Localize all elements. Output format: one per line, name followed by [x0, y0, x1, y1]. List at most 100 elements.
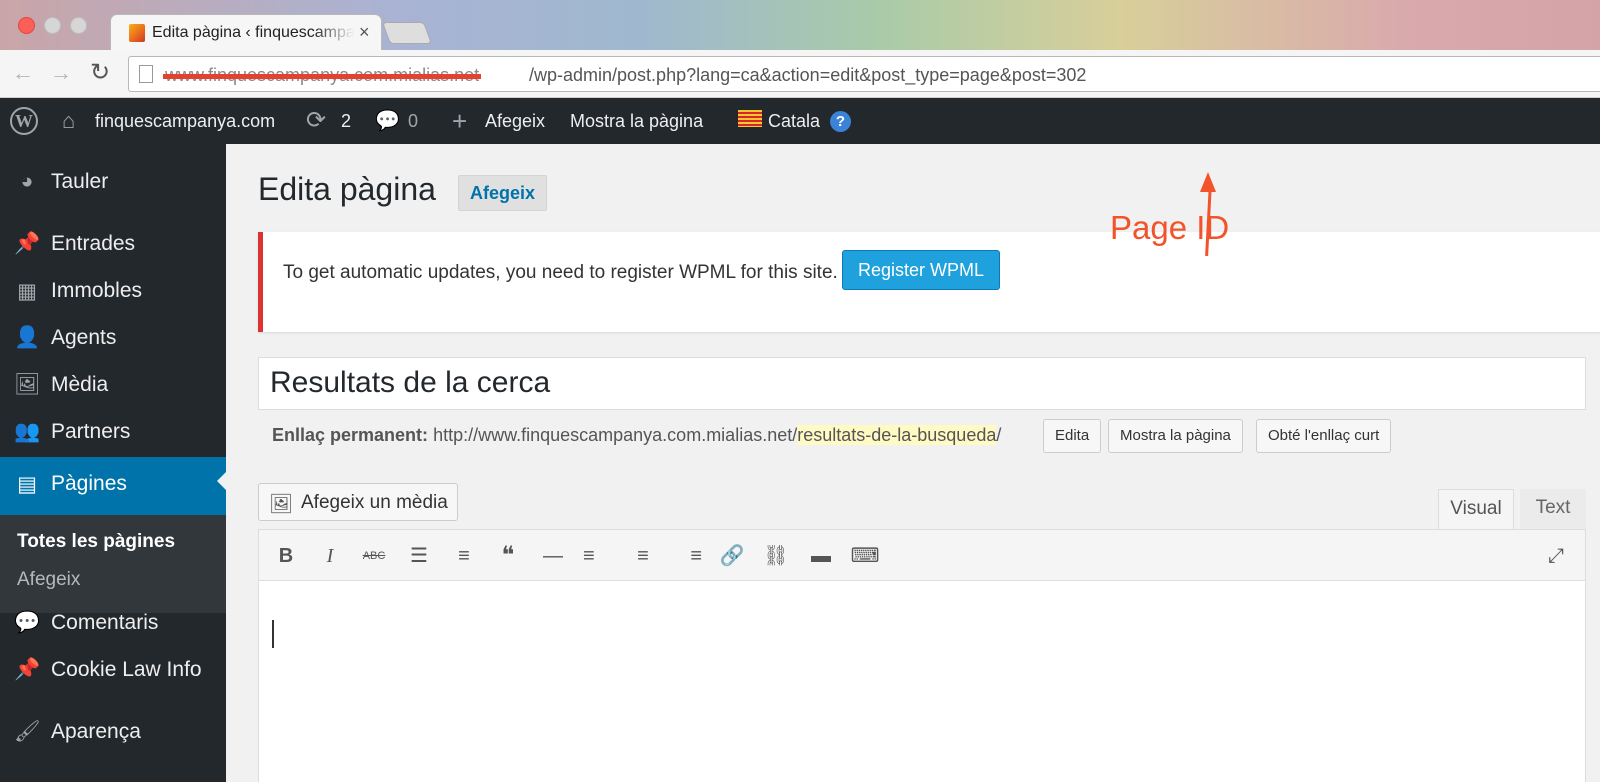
- home-icon[interactable]: ⌂: [62, 98, 75, 144]
- sidebar-item-label: Mèdia: [51, 373, 109, 396]
- tab-close-icon[interactable]: ×: [359, 22, 370, 43]
- pin-icon: 📌: [14, 232, 41, 255]
- align-right-icon[interactable]: ≡: [672, 542, 702, 570]
- align-left-icon[interactable]: ≡: [583, 542, 613, 570]
- url-path: /wp-admin/post.php?lang=ca&action=edit&p…: [529, 65, 1087, 85]
- notice-text: To get automatic updates, you need to re…: [283, 262, 838, 283]
- sidebar-item-label: Immobles: [51, 279, 143, 302]
- sidebar-item-comments[interactable]: 💬 Comentaris: [0, 599, 226, 647]
- page-id-annotation: Page ID: [1110, 209, 1230, 246]
- post-title-value: Resultats de la cerca: [270, 366, 551, 399]
- permalink-slug[interactable]: resultats-de-la-busqueda: [797, 425, 997, 445]
- comment-icon: 💬: [14, 611, 41, 634]
- address-bar[interactable]: www.finquescampanya.com.mialias.net /wp-…: [128, 56, 1600, 92]
- media-icon: 🖼: [269, 494, 294, 515]
- permalink-trail: /: [996, 425, 1002, 445]
- media-icon: 🖼: [14, 373, 41, 396]
- edit-permalink-button[interactable]: Edita: [1043, 419, 1102, 453]
- align-center-icon[interactable]: ≡: [628, 542, 658, 570]
- comments-icon[interactable]: 💬: [375, 98, 400, 144]
- sidebar-item-label: Aparença: [51, 720, 141, 743]
- new-tab-button[interactable]: [381, 22, 433, 44]
- sidebar-item-label: Cookie Law Info: [51, 658, 202, 681]
- comments-count[interactable]: 0: [408, 98, 418, 144]
- sidebar-item-properties[interactable]: ▦ Immobles: [0, 267, 226, 315]
- submenu-add-new[interactable]: Afegeix: [17, 569, 80, 591]
- user-icon: 👤: [14, 326, 41, 349]
- horizontal-line-icon[interactable]: —: [538, 542, 568, 570]
- maximize-window-button[interactable]: [70, 17, 87, 34]
- sidebar-item-label: Pàgines: [51, 472, 127, 495]
- minimize-window-button[interactable]: [44, 17, 61, 34]
- get-shortlink-button[interactable]: Obté l'enllaç curt: [1256, 419, 1392, 453]
- sidebar-item-dashboard[interactable]: ◕ Tauler: [0, 158, 226, 206]
- submenu-all-pages[interactable]: Totes les pàgines: [17, 531, 175, 553]
- wordpress-logo-icon[interactable]: W: [10, 107, 38, 135]
- plus-icon[interactable]: +: [452, 98, 467, 144]
- view-page-link[interactable]: Mostra la pàgina: [570, 98, 703, 144]
- unlink-icon[interactable]: ⛓: [761, 542, 791, 570]
- add-media-label: Afegeix un mèdia: [301, 492, 448, 513]
- browser-tab-active[interactable]: Edita pàgina ‹ finquescampanya ×: [110, 14, 382, 50]
- site-name-link[interactable]: finquescampanya.com: [95, 98, 275, 144]
- sidebar-item-label: Entrades: [51, 232, 136, 255]
- group-icon: 👥: [14, 420, 41, 443]
- main-content: Edita pàgina Afegeix To get automatic up…: [226, 144, 1600, 782]
- numbered-list-icon[interactable]: ≡: [449, 542, 479, 570]
- editor-toolbar: B I ABC ☰ ≡ ❝ — ≡ ≡ ≡ 🔗 ⛓ ▬ ⌨ ⤢: [259, 530, 1585, 581]
- wp-admin-bar: W ⌂ finquescampanya.com ⟳ 2 💬 0 + Afegei…: [0, 98, 1600, 144]
- forward-arrow-icon[interactable]: →: [50, 60, 72, 86]
- read-more-icon[interactable]: ▬: [806, 542, 836, 570]
- updates-icon[interactable]: ⟳: [306, 98, 326, 144]
- tab-title: Edita pàgina ‹ finquescampanya: [152, 24, 354, 41]
- content-editor[interactable]: B I ABC ☰ ≡ ❝ — ≡ ≡ ≡ 🔗 ⛓ ▬ ⌨ ⤢: [258, 529, 1586, 782]
- url-host-redacted: www.finquescampanya.com.mialias.net: [165, 65, 480, 85]
- fullscreen-icon[interactable]: ⤢: [1541, 542, 1571, 570]
- sidebar-item-pages[interactable]: ▤ Pàgines: [0, 457, 226, 515]
- blockquote-icon[interactable]: ❝: [493, 542, 523, 570]
- language-switcher[interactable]: Catala: [768, 98, 820, 144]
- tab-visual[interactable]: Visual: [1438, 489, 1514, 529]
- text-cursor: [272, 620, 274, 648]
- browser-tab-strip: Edita pàgina ‹ finquescampanya ×: [0, 0, 1600, 50]
- sidebar-item-posts[interactable]: 📌 Entrades: [0, 220, 226, 268]
- strikethrough-icon[interactable]: ABC: [359, 542, 389, 570]
- bold-icon[interactable]: B: [271, 542, 301, 570]
- add-new-page-button[interactable]: Afegeix: [458, 175, 548, 211]
- register-wpml-button[interactable]: Register WPML: [842, 250, 1001, 290]
- permalink-row: Enllaç permanent: http://www.finquescamp…: [272, 425, 1001, 446]
- catalan-flag-icon[interactable]: [738, 110, 762, 127]
- wpml-notice: To get automatic updates, you need to re…: [258, 172, 1600, 332]
- toolbar-toggle-icon[interactable]: ⌨: [850, 542, 880, 570]
- new-content-link[interactable]: Afegeix: [485, 98, 545, 144]
- bulleted-list-icon[interactable]: ☰: [404, 542, 434, 570]
- sidebar-item-media[interactable]: 🖼 Mèdia: [0, 361, 226, 409]
- page-icon: [139, 65, 153, 83]
- sidebar-item-cookie-law-info[interactable]: 📌 Cookie Law Info: [0, 646, 226, 694]
- updates-count[interactable]: 2: [341, 98, 351, 144]
- sidebar-item-label: Agents: [51, 326, 117, 349]
- sidebar-item-appearance[interactable]: 🖌 Aparença: [0, 708, 226, 756]
- annotation-arrow-head: [1200, 172, 1216, 192]
- dashboard-icon: ◕: [20, 170, 34, 193]
- sidebar-item-partners[interactable]: 👥 Partners: [0, 408, 226, 456]
- sidebar-item-agents[interactable]: 👤 Agents: [0, 314, 226, 362]
- tab-text[interactable]: Text: [1520, 489, 1586, 529]
- italic-icon[interactable]: I: [315, 542, 345, 570]
- admin-sidebar: ◕ Tauler 📌 Entrades ▦ Immobles 👤 Agents …: [0, 144, 226, 782]
- sidebar-item-label: Tauler: [51, 170, 109, 193]
- page-title: Edita pàgina: [258, 171, 436, 207]
- help-icon[interactable]: ?: [830, 111, 851, 132]
- close-window-button[interactable]: [18, 17, 35, 34]
- add-media-button[interactable]: 🖼 Afegeix un mèdia: [258, 483, 458, 521]
- post-title-field[interactable]: Resultats de la cerca: [258, 357, 1586, 410]
- browser-toolbar: ← → ↻ www.finquescampanya.com.mialias.ne…: [0, 50, 1600, 98]
- link-icon[interactable]: 🔗: [717, 542, 747, 570]
- back-arrow-icon[interactable]: ←: [12, 60, 34, 86]
- favicon-icon: [129, 24, 145, 42]
- permalink-base[interactable]: http://www.finquescampanya.com.mialias.n…: [433, 425, 797, 445]
- view-page-button[interactable]: Mostra la pàgina: [1108, 419, 1243, 453]
- reload-icon[interactable]: ↻: [90, 58, 110, 87]
- paintbrush-icon: 🖌: [14, 720, 41, 743]
- pages-icon: ▤: [17, 473, 37, 496]
